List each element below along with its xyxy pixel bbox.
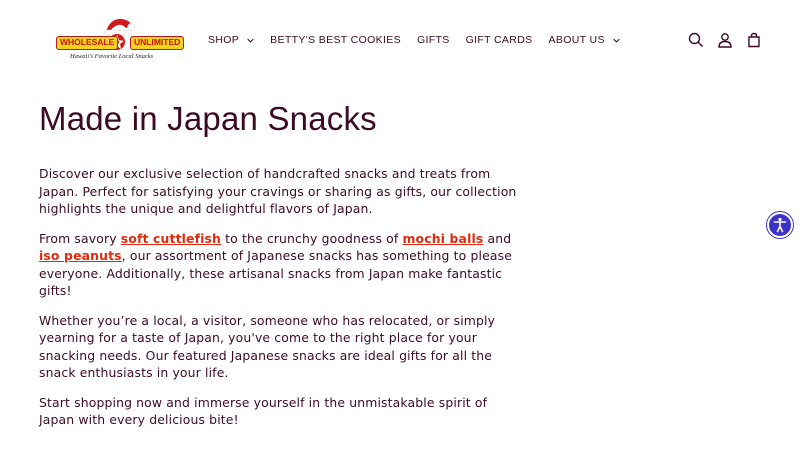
nav-gifts-label: GIFTS xyxy=(416,34,450,46)
accessibility-icon xyxy=(773,217,787,233)
site-logo[interactable]: WHOLESALE UNLIMITED Hawaii's Favorite Lo… xyxy=(56,16,185,66)
search-icon xyxy=(688,32,703,47)
cart-icon xyxy=(748,32,760,48)
logo-word-left: WHOLESALE xyxy=(56,36,119,50)
nav-gifts[interactable]: GIFTS xyxy=(409,30,458,50)
nav-about-us[interactable]: ABOUT US xyxy=(541,30,628,50)
nav-about-us-label: ABOUT US xyxy=(548,34,605,46)
nav-shop-label: SHOP xyxy=(208,34,240,46)
nav-gift-cards[interactable]: GIFT CARDS xyxy=(458,30,541,50)
header-icons xyxy=(686,30,773,50)
logo-word-right: UNLIMITED xyxy=(130,36,185,50)
iso-peanuts-link[interactable]: iso peanuts xyxy=(39,248,122,263)
main-nav: SHOP BETTY'S BEST COOKIES GIFTS GIFT CAR… xyxy=(200,30,628,50)
accessibility-badge xyxy=(769,214,791,236)
cart-button[interactable] xyxy=(744,30,764,50)
account-icon xyxy=(718,33,732,48)
nav-bettys-best-cookies[interactable]: BETTY'S BEST COOKIES xyxy=(262,30,409,50)
search-button[interactable] xyxy=(686,30,706,50)
text-segment: and xyxy=(483,230,512,246)
accessibility-button[interactable] xyxy=(766,211,794,239)
page-title: Made in Japan Snacks xyxy=(39,100,377,137)
nav-shop[interactable]: SHOP xyxy=(200,30,262,50)
text-segment: From savory xyxy=(39,230,121,246)
chevron-down-icon xyxy=(247,38,254,43)
text-segment: to the crunchy goodness of xyxy=(221,230,403,246)
mochi-balls-link[interactable]: mochi balls xyxy=(402,231,483,246)
nav-gift-cards-label: GIFT CARDS xyxy=(465,34,533,46)
soft-cuttlefish-link[interactable]: soft cuttlefish xyxy=(121,231,221,246)
site-header: WHOLESALE UNLIMITED Hawaii's Favorite Lo… xyxy=(0,0,800,80)
logo-tagline: Hawaii's Favorite Local Snacks xyxy=(70,53,154,60)
snacks-paragraph: From savory soft cuttlefish to the crunc… xyxy=(39,230,524,300)
chevron-down-icon xyxy=(613,38,620,43)
page-description: Discover our exclusive selection of hand… xyxy=(39,165,524,441)
nav-bettys-label: BETTY'S BEST COOKIES xyxy=(270,34,401,46)
account-button[interactable] xyxy=(715,30,735,50)
cta-paragraph: Start shopping now and immerse yourself … xyxy=(39,394,488,428)
intro-paragraph: Discover our exclusive selection of hand… xyxy=(39,166,517,216)
audience-paragraph: Whether you’re a local, a visitor, someo… xyxy=(39,312,496,381)
